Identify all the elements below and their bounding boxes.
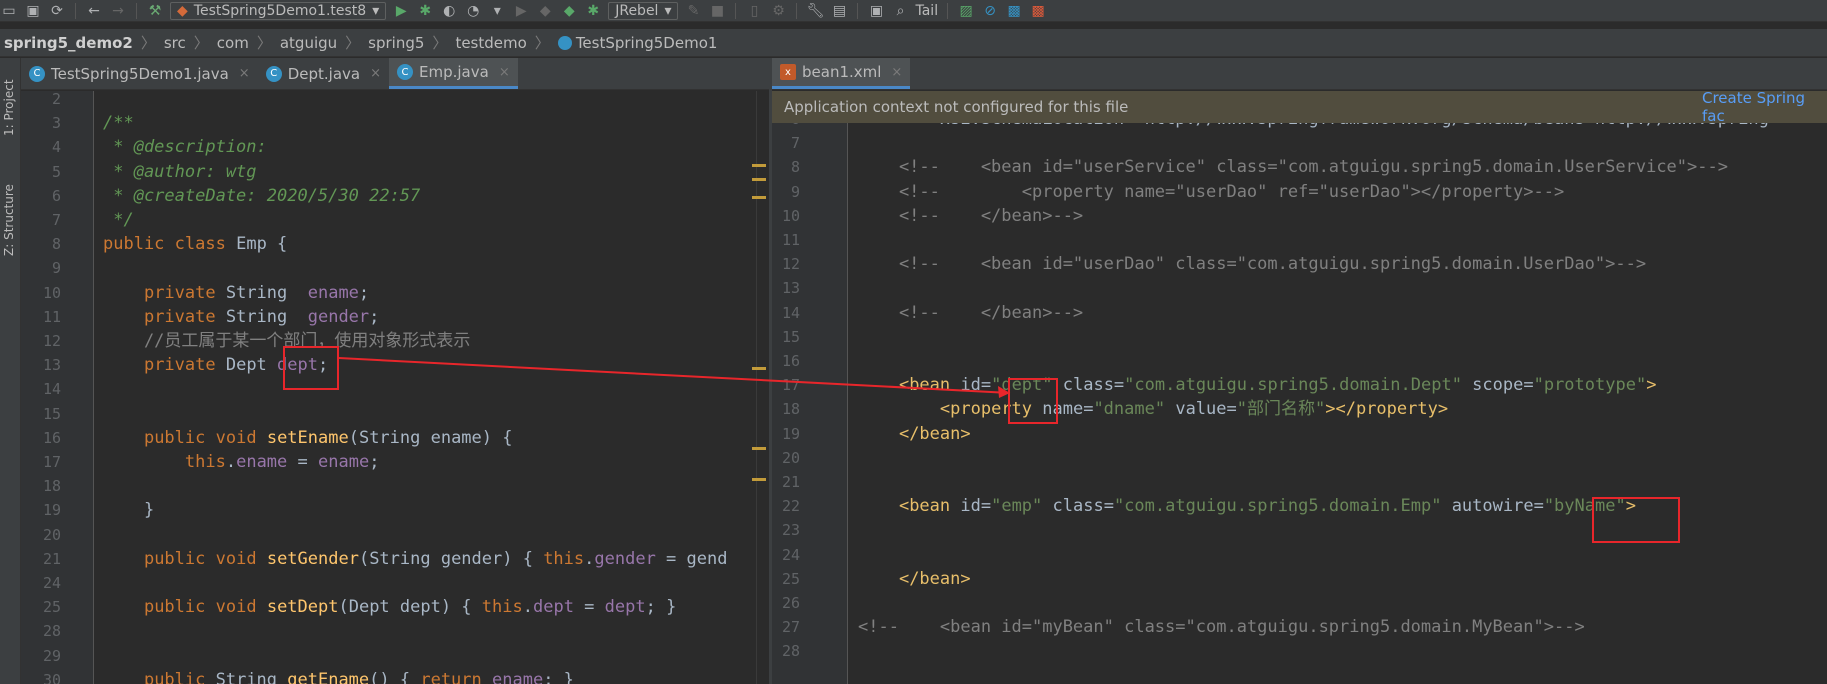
annotation-arrowhead — [998, 386, 1010, 398]
error-stripe-marker[interactable] — [752, 447, 766, 450]
error-stripe-marker[interactable] — [752, 164, 766, 167]
annotation-arrow — [338, 357, 1011, 394]
error-stripe-marker[interactable] — [752, 178, 766, 181]
error-stripe-marker[interactable] — [752, 367, 766, 370]
annotation-arrow-layer — [338, 357, 1011, 398]
error-stripe-marker[interactable] — [752, 478, 766, 481]
error-stripe-marker[interactable] — [752, 196, 766, 199]
